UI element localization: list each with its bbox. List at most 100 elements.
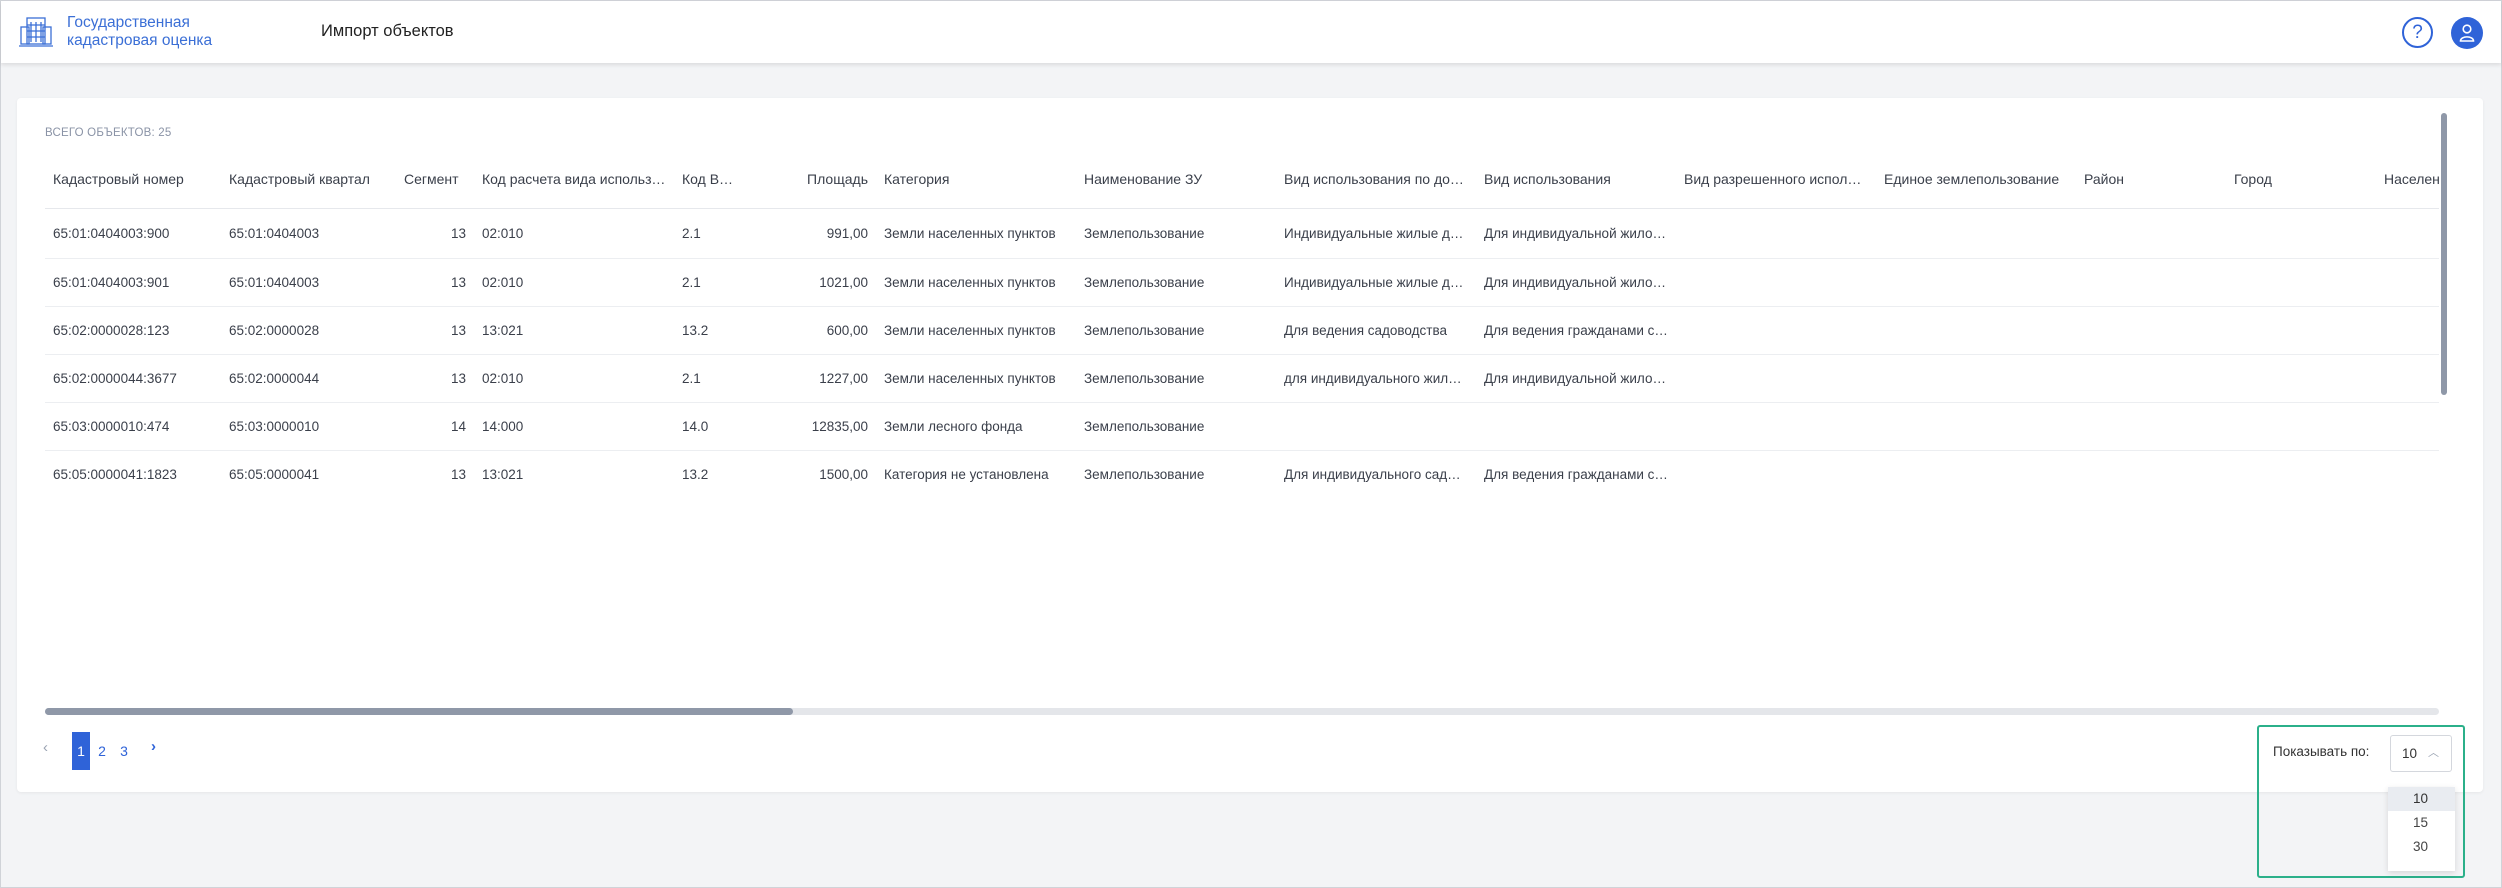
column-header[interactable]: Вид разрешенного использования (1676, 150, 1876, 208)
table-cell: Индивидуальные жилые дома (1276, 258, 1476, 307)
pagination-next-button[interactable]: › (151, 738, 156, 755)
app-logo-text[interactable]: Государственная кадастровая оценка (67, 14, 212, 50)
table-cell: 65:02:0000044 (221, 354, 396, 403)
table-cell: 1500,00 (746, 450, 876, 493)
table-cell: 65:01:0404003:900 (45, 208, 221, 259)
table-cell (2376, 208, 2439, 259)
column-header[interactable]: Наименование ЗУ (1076, 150, 1276, 208)
table-cell: 65:05:0000041 (221, 450, 396, 493)
column-header[interactable]: Город (2226, 150, 2376, 208)
table-cell: 65:01:0404003:901 (45, 258, 221, 307)
user-icon (2459, 24, 2475, 42)
table-cell: Земли населенных пунктов (876, 208, 1076, 259)
objects-table: Кадастровый номер Кадастровый квартал Сегм… (45, 150, 2439, 493)
horizontal-scrollbar-thumb[interactable] (45, 708, 793, 715)
table-cell: 1021,00 (746, 258, 876, 307)
total-objects-count: ВСЕГО ОБЪЕКТОВ: 25 (45, 127, 172, 139)
table-cell (1876, 402, 2076, 451)
column-header[interactable]: Кадастровый номер (45, 150, 221, 208)
table-body: 65:01:0404003:900 65:01:0404003 13 02:010 2.… (45, 208, 2439, 493)
table-cell: 13.2 (674, 306, 746, 355)
table-cell: 13 (396, 208, 474, 259)
table-cell: 65:01:0404003 (221, 258, 396, 307)
objects-table-container: Кадастровый номер Кадастровый квартал Сегм… (45, 150, 2439, 493)
table-cell: 14:000 (474, 402, 674, 451)
table-cell (2226, 450, 2376, 493)
table-row[interactable]: 65:01:0404003:901 65:01:0404003 13 02:010 2.… (45, 258, 2439, 307)
table-cell (2076, 258, 2226, 307)
page-size-option-15[interactable]: 15 (2388, 811, 2455, 835)
building-logo-icon[interactable] (19, 15, 53, 49)
table-cell: 600,00 (746, 306, 876, 355)
table-row[interactable]: 65:01:0404003:900 65:01:0404003 13 02:010 2.… (45, 208, 2439, 259)
table-cell: 13:021 (474, 450, 674, 493)
table-cell: Для индивидуального садоводства (1276, 450, 1476, 493)
table-cell: Землепользование (1076, 258, 1276, 307)
table-cell (2076, 450, 2226, 493)
table-cell (1676, 258, 1876, 307)
column-header[interactable]: Категория (876, 150, 1076, 208)
user-profile-button[interactable] (2451, 17, 2483, 49)
table-cell: 13:021 (474, 306, 674, 355)
table-cell: Категория не установлена (876, 450, 1076, 493)
page-size-option-30[interactable]: 30 (2388, 835, 2455, 859)
column-header[interactable]: Вид использования по документу (1276, 150, 1476, 208)
table-cell: 65:02:0000028 (221, 306, 396, 355)
table-row[interactable]: 65:02:0000028:123 65:02:0000028 13 13:021 13… (45, 306, 2439, 355)
table-cell: Для индивидуальной жилой застройки (1476, 258, 1676, 307)
table-cell: Землепользование (1076, 354, 1276, 403)
table-cell (1676, 354, 1876, 403)
page-size-select[interactable]: 10 ︿ (2390, 735, 2452, 772)
table-cell (2376, 354, 2439, 403)
logo-line-2: кадастровая оценка (67, 32, 213, 49)
table-cell: 12835,00 (746, 402, 876, 451)
column-header[interactable]: Вид использования (1476, 150, 1676, 208)
table-cell (1476, 402, 1676, 451)
table-cell (2076, 306, 2226, 355)
column-header[interactable]: Код расчета вида использования (474, 150, 674, 208)
table-cell: Для индивидуальной жилой застройки (1476, 208, 1676, 259)
table-cell: Для ведения гражданами садоводства (1476, 450, 1676, 493)
table-row[interactable]: 65:02:0000044:3677 65:02:0000044 13 02:010 2… (45, 354, 2439, 403)
page-size-label: Показывать по: (2273, 744, 2370, 759)
table-cell: 13 (396, 450, 474, 493)
table-cell (1676, 450, 1876, 493)
table-cell (1876, 306, 2076, 355)
table-cell: 65:01:0404003 (221, 208, 396, 259)
column-header[interactable]: Код ВРИ (674, 150, 746, 208)
table-cell (2076, 354, 2226, 403)
column-header[interactable]: Единое землепользование (1876, 150, 2076, 208)
table-row[interactable]: 65:03:0000010:474 65:03:0000010 14 14:000 14… (45, 402, 2439, 451)
help-button[interactable]: ? (2402, 17, 2433, 48)
pagination-prev-button[interactable]: ‹ (43, 739, 48, 756)
table-cell: 02:010 (474, 258, 674, 307)
page-size-dropdown: 10 15 30 (2388, 787, 2455, 871)
column-header[interactable]: Сегмент (396, 150, 474, 208)
app-header: Государственная кадастровая оценка Импор… (1, 1, 2501, 63)
table-cell: Для ведения гражданами садоводства (1476, 306, 1676, 355)
column-header[interactable]: Район (2076, 150, 2226, 208)
pagination-page-2[interactable]: 2 (94, 732, 110, 770)
table-cell: 65:03:0000010 (221, 402, 396, 451)
page-title: Импорт объектов (321, 22, 454, 40)
table-cell (1676, 402, 1876, 451)
table-row[interactable]: 65:05:0000041:1823 65:05:0000041 13 13:021 1… (45, 450, 2439, 493)
table-cell: Земли населенных пунктов (876, 258, 1076, 307)
pagination-page-3[interactable]: 3 (116, 732, 132, 770)
table-cell: 13 (396, 354, 474, 403)
table-cell (1676, 306, 1876, 355)
table-cell: 65:05:0000041:1823 (45, 450, 221, 493)
table-cell (2376, 450, 2439, 493)
column-header[interactable]: Площадь (746, 150, 876, 208)
table-cell: Земли населенных пунктов (876, 306, 1076, 355)
table-cell: Земли лесного фонда (876, 402, 1076, 451)
column-header[interactable]: Населенный пункт (2376, 150, 2439, 208)
page-size-option-10[interactable]: 10 (2388, 787, 2455, 811)
table-cell: Землепользование (1076, 402, 1276, 451)
column-header[interactable]: Кадастровый квартал (221, 150, 396, 208)
table-cell: 65:02:0000044:3677 (45, 354, 221, 403)
vertical-scrollbar[interactable] (2441, 113, 2447, 395)
table-cell: Землепользование (1076, 306, 1276, 355)
table-cell: 13 (396, 258, 474, 307)
pagination-page-1[interactable]: 1 (72, 732, 90, 770)
